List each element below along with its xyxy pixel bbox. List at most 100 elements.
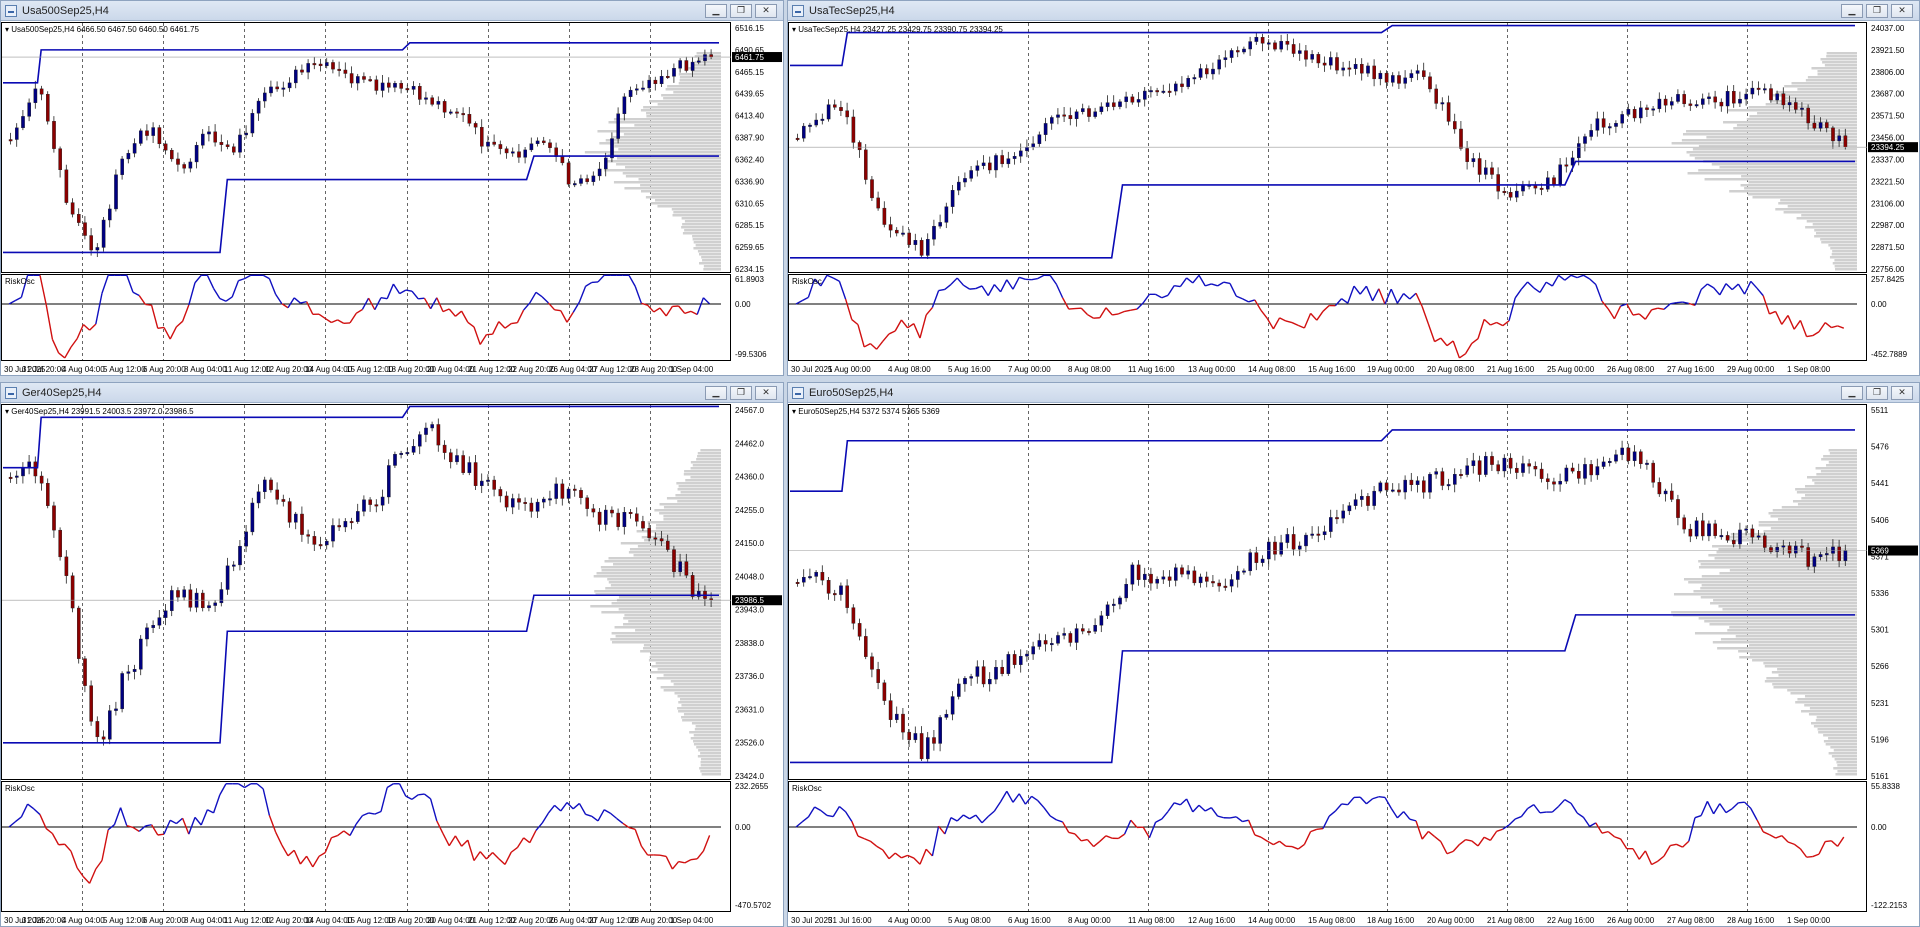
- candle-body: [1453, 121, 1457, 130]
- chart-window-euro50[interactable]: Euro50Sep25,H4 ▁ ❐ ✕ 5511 5476 5441 5406 537…: [787, 382, 1920, 927]
- candle-body: [1211, 581, 1215, 584]
- profile-bar: [1836, 761, 1857, 764]
- window-titlebar[interactable]: Euro50Sep25,H4 ▁ ❐ ✕: [788, 383, 1919, 403]
- time-axis-label: 30 Jul 2025: [791, 365, 833, 374]
- candle-body: [1490, 167, 1494, 175]
- osc-segment: [479, 851, 487, 860]
- candle-body: [511, 151, 515, 154]
- profile-bar: [611, 641, 721, 644]
- minimize-button[interactable]: ▁: [705, 385, 727, 400]
- time-axis-label: 20 Aug 08:00: [1427, 365, 1475, 374]
- candle-body: [138, 638, 143, 670]
- candle-body: [622, 512, 627, 527]
- candle-body: [83, 658, 87, 686]
- chart-window-usa500[interactable]: Usa500Sep25,H4 ▁ ❐ ✕ 6516.15 6490.65 6465.…: [0, 0, 784, 376]
- profile-bar: [1818, 731, 1857, 734]
- osc-segment: [1775, 835, 1783, 839]
- profile-bar: [1746, 118, 1857, 121]
- close-button[interactable]: ✕: [1891, 385, 1913, 400]
- window-titlebar[interactable]: UsaTecSep25,H4 ▁ ❐ ✕: [788, 1, 1919, 21]
- candle-body: [1143, 573, 1147, 580]
- osc-segment: [1285, 320, 1293, 324]
- minimize-button[interactable]: ▁: [705, 3, 727, 18]
- osc-segment: [1496, 321, 1504, 327]
- time-axis-label: 4 Aug 00:00: [888, 916, 931, 925]
- profile-bar: [1701, 575, 1857, 578]
- candle-body: [424, 97, 428, 100]
- osc-segment: [956, 277, 964, 286]
- profile-bar: [674, 692, 721, 695]
- candle-body: [511, 498, 515, 508]
- candle-body: [498, 489, 503, 497]
- osc-segment: [82, 876, 91, 884]
- chart-window-ger40[interactable]: Ger40Sep25,H4 ▁ ❐ ✕ 24567.0 24462.0 24360.…: [0, 382, 784, 927]
- chart-svg: 6516.156490.656465.156439.656413.406387.…: [1, 22, 782, 374]
- candle-body: [1645, 462, 1649, 465]
- candle-body: [833, 104, 837, 108]
- profile-bar: [1749, 653, 1857, 656]
- profile-bar: [643, 644, 721, 647]
- candle-body: [1608, 461, 1612, 463]
- minimize-button[interactable]: ▁: [1841, 385, 1863, 400]
- profile-bar: [1832, 250, 1857, 253]
- candle-body: [1459, 474, 1463, 476]
- chart-window-icon: [5, 386, 17, 399]
- osc-segment: [529, 830, 537, 844]
- price-chart[interactable]: 5511 5476 5441 5406 5371 5336 5301 5266 5231 5196…: [788, 404, 1919, 926]
- osc-segment: [212, 794, 221, 814]
- price-chart[interactable]: 24037.00 23921.50 23806.00 23687.00 23571.50…: [788, 22, 1919, 375]
- restore-button[interactable]: ❐: [730, 385, 752, 400]
- restore-button[interactable]: ❐: [1866, 385, 1888, 400]
- profile-bar: [599, 142, 721, 145]
- profile-bar: [640, 109, 721, 112]
- osc-segment: [1651, 860, 1659, 866]
- close-button[interactable]: ✕: [755, 3, 777, 18]
- osc-segment: [1737, 283, 1746, 295]
- osc-segment: [1365, 798, 1374, 805]
- osc-segment: [1390, 288, 1399, 304]
- osc-segment: [882, 849, 890, 860]
- restore-button[interactable]: ❐: [1866, 3, 1888, 18]
- price-axis-label: 22987.00: [1871, 221, 1905, 230]
- profile-bar: [677, 695, 721, 698]
- close-button[interactable]: ✕: [1891, 3, 1913, 18]
- profile-bar: [1764, 680, 1857, 683]
- osc-axis-label: -452.7889: [1871, 350, 1908, 359]
- profile-bar: [1681, 139, 1857, 142]
- price-chart[interactable]: 6516.15 6490.65 6465.15 6439.65 6413.40 6387.…: [1, 22, 783, 375]
- osc-segment: [1211, 283, 1218, 287]
- osc-segment: [578, 285, 587, 303]
- window-titlebar[interactable]: Usa500Sep25,H4 ▁ ❐ ✕: [1, 1, 783, 21]
- restore-button[interactable]: ❐: [730, 3, 752, 18]
- osc-segment: [1483, 836, 1491, 842]
- chart-window-usatec[interactable]: UsaTecSep25,H4 ▁ ❐ ✕ 24037.00 23921.50 238…: [787, 0, 1920, 376]
- minimize-button[interactable]: ▁: [1841, 3, 1863, 18]
- window-titlebar[interactable]: Ger40Sep25,H4 ▁ ❐ ✕: [1, 383, 783, 403]
- osc-segment: [560, 310, 568, 323]
- osc-segment: [119, 807, 128, 826]
- candle-body: [690, 575, 695, 597]
- price-chart[interactable]: 24567.0 24462.0 24360.0 24255.0 24150.0 24048…: [1, 404, 783, 926]
- candle-body: [1508, 192, 1513, 198]
- osc-segment: [844, 298, 853, 320]
- candle-body: [628, 512, 633, 514]
- resistance-line: [790, 429, 1855, 492]
- profile-bar: [1770, 515, 1857, 518]
- profile-bar: [1835, 268, 1857, 271]
- candle-body: [1081, 628, 1085, 632]
- candle-body: [1626, 109, 1631, 115]
- price-axis-label: 6413.40: [735, 112, 764, 121]
- candle-body: [851, 116, 856, 143]
- candle-body: [486, 141, 490, 147]
- osc-segment: [1415, 820, 1423, 840]
- candle-body: [548, 498, 552, 501]
- candle-body: [523, 149, 527, 158]
- osc-segment: [504, 851, 512, 865]
- candle-body: [151, 625, 156, 628]
- profile-bar: [697, 58, 721, 61]
- osc-segment: [1018, 276, 1026, 280]
- candle-body: [1254, 552, 1259, 563]
- close-button[interactable]: ✕: [755, 385, 777, 400]
- osc-segment: [82, 323, 91, 331]
- osc-segment: [95, 860, 103, 870]
